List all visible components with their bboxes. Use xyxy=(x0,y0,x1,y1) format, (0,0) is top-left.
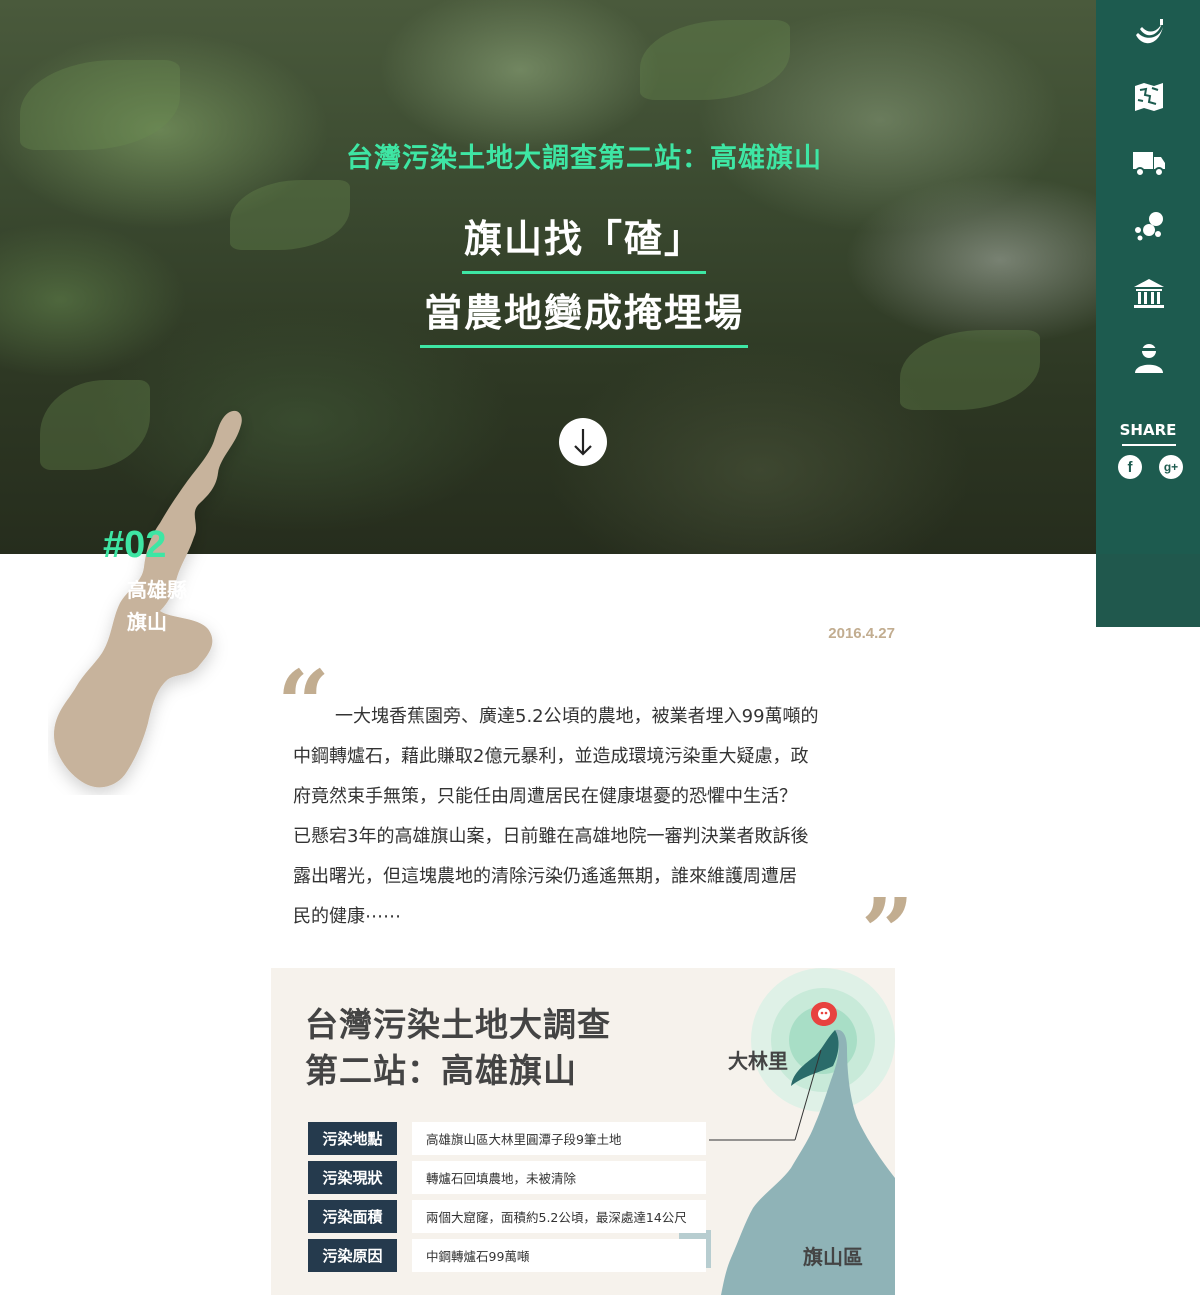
foliage-decoration xyxy=(640,20,790,100)
share-divider xyxy=(1122,444,1176,446)
infographic-card: 台灣污染土地大調查 第二站：高雄旗山 大林里 旗山區 污染地點 高雄旗山區大林里… xyxy=(271,968,895,1295)
hero-title-line2: 當農地變成掩埋場 xyxy=(419,282,748,348)
map-icon[interactable] xyxy=(1132,80,1166,114)
quote-line: 一大塊香蕉園旁、廣達5.2公頃的農地，被業者埋入99萬噸的 xyxy=(335,706,819,727)
station-number: #02 xyxy=(103,524,167,566)
quote-line: 露出曙光，但這塊農地的清除污染仍遙遙無期，誰來維護周遭居 xyxy=(293,866,797,887)
scroll-down-button[interactable] xyxy=(559,418,607,466)
slag-icon[interactable] xyxy=(1132,210,1166,244)
info-row-value: 高雄旗山區大林里圓潭子段9筆土地 xyxy=(412,1122,706,1155)
facebook-icon: f xyxy=(1127,458,1133,476)
googleplus-icon: g+ xyxy=(1163,460,1179,474)
facebook-share-button[interactable]: f xyxy=(1118,455,1142,479)
town-label: 旗山 xyxy=(127,610,167,634)
infographic-title: 台灣污染土地大調查 第二站：高雄旗山 xyxy=(305,1005,611,1090)
hero-title-line1: 旗山找「碴」 xyxy=(461,208,706,274)
quote-line: 民的健康⋯⋯ xyxy=(293,906,401,927)
googleplus-share-button[interactable]: g+ xyxy=(1159,455,1183,479)
info-row-label: 污染原因 xyxy=(308,1239,397,1272)
quote-line: 府竟然束手無策，只能任由周遭居民在健康堪憂的恐懼中生活？ xyxy=(293,786,797,807)
close-quote-icon: ” xyxy=(861,878,914,986)
quote-line: 中鋼轉爐石，藉此賺取2億元暴利，並造成環境污染重大疑慮，政 xyxy=(293,746,809,767)
info-row-value: 轉爐石回填農地，未被清除 xyxy=(412,1161,706,1194)
info-row-label: 污染地點 xyxy=(308,1122,397,1155)
share-label: SHARE xyxy=(1119,421,1177,439)
government-icon[interactable] xyxy=(1132,277,1166,311)
info-row-value: 中鋼轉爐石99萬噸 xyxy=(412,1239,706,1272)
publish-date: 2016.4.27 xyxy=(828,625,895,642)
county-label: 高雄縣 xyxy=(127,578,187,602)
sidebar-nav: SHARE f g+ xyxy=(1096,0,1200,627)
person-icon[interactable] xyxy=(1132,340,1166,374)
info-row-label: 污染現狀 xyxy=(308,1161,397,1194)
sidebar-footer xyxy=(1096,554,1200,627)
hero-subtitle: 台灣污染土地大調查第二站：高雄旗山 xyxy=(346,143,822,174)
info-row-label: 污染面積 xyxy=(308,1200,397,1233)
location-label: 高雄縣 旗山 xyxy=(127,574,187,638)
map-label-district: 旗山區 xyxy=(803,1245,863,1269)
info-row-value: 兩個大窟窿，面積約5.2公頃，最深處達14公尺 xyxy=(412,1200,706,1233)
quote-line: 已懸宕3年的高雄旗山案，日前雖在高雄地院一審判決業者敗訴後 xyxy=(293,826,809,847)
banana-icon[interactable] xyxy=(1132,17,1166,51)
truck-icon[interactable] xyxy=(1132,146,1166,180)
arrow-down-icon xyxy=(574,429,592,456)
lead-quote: 一大塊香蕉園旁、廣達5.2公頃的農地，被業者埋入99萬噸的 中鋼轉爐石，藉此賺取… xyxy=(293,697,878,937)
map-label-village: 大林里 xyxy=(728,1049,788,1073)
